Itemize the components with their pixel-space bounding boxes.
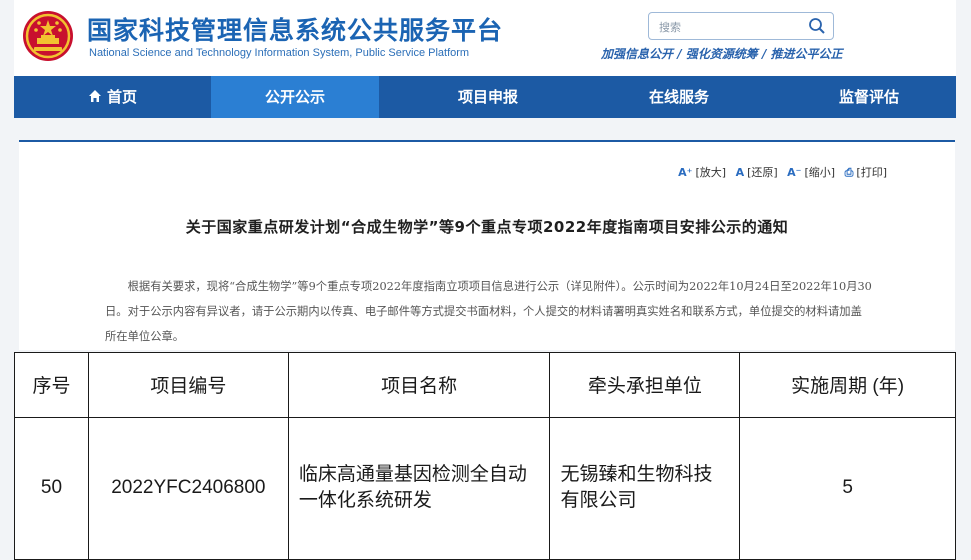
site-header: 国家科技管理信息系统公共服务平台 National Science and Te… [14, 0, 956, 76]
print-button[interactable]: ⎙ [打印] [845, 166, 887, 179]
cell-lead-unit: 无锡臻和生物科技有限公司 [549, 416, 741, 560]
col-header-project-number: 项目编号 [87, 352, 289, 418]
col-header-period: 实施周期 (年) [739, 352, 956, 418]
search-input[interactable]: 搜索 [648, 12, 834, 40]
cell-index: 50 [14, 416, 89, 560]
reset-label: [还原] [747, 166, 778, 179]
reset-button[interactable]: A [还原] [736, 166, 778, 179]
nav-item-label: 项目申报 [457, 88, 518, 106]
nav-item-home[interactable]: 首页 [14, 76, 211, 118]
table-row: 50 2022YFC2406800 临床高通量基因检测全自动一体化系统研发 无锡… [14, 416, 956, 560]
nav-item-label: 在线服务 [648, 88, 709, 106]
zoom-out-label: [缩小] [804, 166, 836, 179]
main-nav: 首页 公开公示 项目申报 在线服务 监督评估 [14, 76, 956, 118]
nav-item-supervision[interactable]: 监督评估 [774, 76, 964, 118]
col-header-lead-unit: 牵头承担单位 [549, 352, 741, 418]
zoom-in-label: [放大] [695, 166, 727, 179]
cell-project-name: 临床高通量基因检测全自动一体化系统研发 [287, 416, 551, 560]
nav-item-public-notice[interactable]: 公开公示 [211, 76, 379, 118]
nav-item-project-application[interactable]: 项目申报 [394, 76, 582, 118]
zoom-in-icon: A⁺ [678, 166, 693, 179]
table-header-row: 序号 项目编号 项目名称 牵头承担单位 实施周期 (年) [14, 352, 956, 418]
search-placeholder: 搜索 [659, 21, 681, 34]
article-body: 根据有关要求，现将“合成生物学”等9个重点专项2022年度指南立项项目信息进行公… [105, 280, 872, 343]
cell-project-number: 2022YFC2406800 [87, 416, 289, 560]
font-reset-icon: A [735, 166, 745, 179]
print-label: [打印] [856, 166, 887, 179]
nav-item-label: 公开公示 [264, 88, 325, 106]
national-emblem-logo [23, 11, 73, 61]
article-title: 关于国家重点研发计划“合成生物学”等9个重点专项2022年度指南项目安排公示的通… [185, 218, 789, 236]
article-tools: A⁺ [放大] A [还原] A⁻ [缩小] ⎙ [打印] [678, 164, 893, 180]
col-header-index: 序号 [14, 352, 89, 418]
search-icon[interactable] [807, 16, 827, 36]
print-icon: ⎙ [844, 166, 854, 179]
zoom-out-button[interactable]: A⁻ [缩小] [787, 166, 835, 179]
col-header-project-name: 项目名称 [287, 352, 551, 418]
zoom-out-icon: A⁻ [787, 166, 802, 179]
nav-item-online-service[interactable]: 在线服务 [584, 76, 774, 118]
zoom-in-button[interactable]: A⁺ [放大] [678, 166, 726, 179]
project-table: 序号 项目编号 项目名称 牵头承担单位 实施周期 (年) 50 2022YFC2… [14, 352, 956, 560]
header-slogan: 加强信息公开 / 强化资源统筹 / 推进公平公正 [601, 47, 843, 61]
cell-period: 5 [739, 416, 956, 560]
nav-item-label: 首页 [106, 88, 137, 106]
article-panel: A⁺ [放大] A [还原] A⁻ [缩小] ⎙ [打印] 关于国家重点研发计划“合成生… [19, 140, 955, 350]
site-title: 国家科技管理信息系统公共服务平台 [87, 16, 504, 45]
home-icon [88, 90, 101, 102]
nav-item-label: 监督评估 [838, 88, 899, 106]
site-subtitle: National Science and Technology Informat… [89, 47, 470, 59]
